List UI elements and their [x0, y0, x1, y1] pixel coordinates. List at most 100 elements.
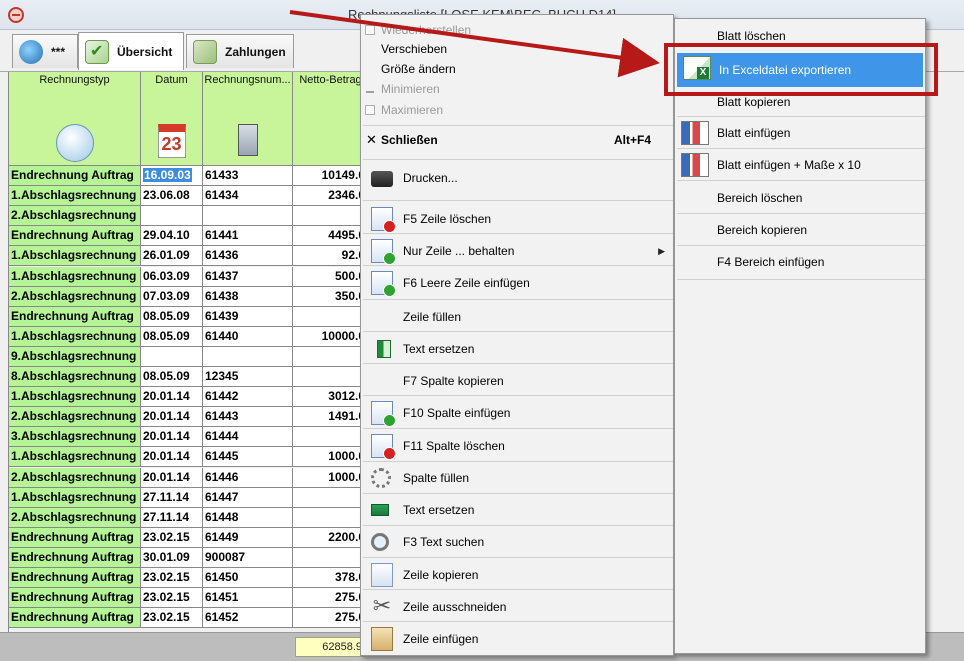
table-row[interactable]: 2.Abschlagsrechnung 20.01.14 61443 1491.0: [9, 407, 368, 428]
table-row[interactable]: 1.Abschlagsrechnung 20.01.14 61442 3012.0: [9, 387, 368, 408]
column-header-nummer[interactable]: Rechnungsnum...: [203, 72, 293, 166]
menu-item-fill-column[interactable]: Spalte füllen: [361, 465, 673, 491]
cell-nr[interactable]: 61442: [203, 387, 293, 408]
cell-netto[interactable]: 378.0: [293, 568, 368, 588]
cell-typ[interactable]: 9.Abschlagsrechnung: [9, 346, 141, 367]
cell-datum[interactable]: 08.05.09: [141, 306, 203, 327]
cell-netto[interactable]: 275.0: [293, 608, 368, 629]
cell-datum[interactable]: 26.01.09: [141, 246, 203, 267]
cell-netto[interactable]: 1491.0: [293, 407, 368, 428]
table-row[interactable]: Endrechnung Auftrag 16.09.03 61433 10149.0: [9, 166, 368, 186]
menu-item-delete-row[interactable]: F5 Zeile löschen: [361, 206, 673, 233]
cell-nr[interactable]: 61446: [203, 467, 293, 488]
table-row[interactable]: 8.Abschlagsrechnung 08.05.09 12345: [9, 367, 368, 387]
table-row[interactable]: 1.Abschlagsrechnung 23.06.08 61434 2346.0: [9, 186, 368, 207]
table-row[interactable]: Endrechnung Auftrag 08.05.09 61439: [9, 306, 368, 327]
tab-globe[interactable]: ***: [12, 34, 78, 68]
cell-typ[interactable]: 2.Abschlagsrechnung: [9, 206, 141, 227]
cell-netto[interactable]: [293, 427, 368, 448]
menu-item-replace-text-2[interactable]: Text ersetzen: [361, 497, 673, 523]
cell-datum[interactable]: 06.03.09: [141, 266, 203, 287]
table-row[interactable]: 3.Abschlagsrechnung 20.01.14 61444: [9, 427, 368, 448]
menu-item-insert-column[interactable]: F10 Spalte einfügen: [361, 400, 673, 427]
cell-nr[interactable]: 61438: [203, 286, 293, 307]
tab-uebersicht[interactable]: Übersicht: [78, 32, 184, 70]
invoice-grid[interactable]: Rechnungstyp Datum 23 Rechnungsnum... Ne…: [8, 72, 368, 632]
cell-typ[interactable]: 2.Abschlagsrechnung: [9, 286, 141, 307]
submenu-item-paste-range[interactable]: F4 Bereich einfügen: [675, 247, 925, 277]
table-row[interactable]: 1.Abschlagsrechnung 20.01.14 61445 1000.0: [9, 447, 368, 468]
cell-netto[interactable]: 350.0: [293, 286, 368, 307]
submenu-item-insert-sheet[interactable]: Blatt einfügen: [675, 118, 925, 148]
cell-typ[interactable]: Endrechnung Auftrag: [9, 306, 141, 327]
cell-nr[interactable]: 61449: [203, 527, 293, 548]
table-row[interactable]: Endrechnung Auftrag 23.02.15 61451 275.0: [9, 588, 368, 609]
cell-datum[interactable]: 23.02.15: [141, 568, 203, 588]
cell-nr[interactable]: 61437: [203, 266, 293, 287]
cell-nr[interactable]: 61439: [203, 306, 293, 327]
cell-typ[interactable]: Endrechnung Auftrag: [9, 588, 141, 609]
tab-zahlungen[interactable]: Zahlungen: [186, 34, 294, 68]
menu-item-fill-row[interactable]: Zeile füllen: [361, 304, 673, 330]
cell-datum[interactable]: [141, 206, 203, 227]
cell-datum[interactable]: 16.09.03: [141, 166, 203, 186]
table-row[interactable]: Endrechnung Auftrag 30.01.09 900087: [9, 547, 368, 568]
cell-typ[interactable]: 1.Abschlagsrechnung: [9, 266, 141, 287]
cell-datum[interactable]: 07.03.09: [141, 286, 203, 307]
cell-datum[interactable]: 08.05.09: [141, 367, 203, 387]
cell-netto[interactable]: 2200.0: [293, 527, 368, 548]
cell-netto[interactable]: 4495.0: [293, 226, 368, 247]
cell-datum[interactable]: 23.06.08: [141, 186, 203, 207]
cell-nr[interactable]: 61445: [203, 447, 293, 468]
menu-item-find-text[interactable]: F3 Text suchen: [361, 529, 673, 555]
cell-datum[interactable]: 23.02.15: [141, 588, 203, 609]
cell-netto[interactable]: [293, 507, 368, 528]
table-row[interactable]: Endrechnung Auftrag 29.04.10 61441 4495.0: [9, 226, 368, 247]
submenu-item-delete-range[interactable]: Bereich löschen: [675, 183, 925, 213]
cell-nr[interactable]: 61434: [203, 186, 293, 207]
cell-netto[interactable]: [293, 346, 368, 367]
cell-netto[interactable]: 10000.0: [293, 326, 368, 347]
table-row[interactable]: Endrechnung Auftrag 23.02.15 61450 378.0: [9, 568, 368, 588]
cell-typ[interactable]: 1.Abschlagsrechnung: [9, 326, 141, 347]
submenu-item-copy-range[interactable]: Bereich kopieren: [675, 215, 925, 245]
cell-netto[interactable]: [293, 206, 368, 227]
cell-nr[interactable]: 12345: [203, 367, 293, 387]
cell-typ[interactable]: 2.Abschlagsrechnung: [9, 507, 141, 528]
column-header-typ[interactable]: Rechnungstyp: [9, 72, 141, 166]
cell-typ[interactable]: 3.Abschlagsrechnung: [9, 427, 141, 448]
cell-typ[interactable]: 8.Abschlagsrechnung: [9, 367, 141, 387]
table-row[interactable]: 2.Abschlagsrechnung 07.03.09 61438 350.0: [9, 286, 368, 307]
cell-nr[interactable]: 61443: [203, 407, 293, 428]
cell-datum[interactable]: 20.01.14: [141, 407, 203, 428]
cell-typ[interactable]: 1.Abschlagsrechnung: [9, 186, 141, 207]
cell-datum[interactable]: [141, 346, 203, 367]
cell-nr[interactable]: 61444: [203, 427, 293, 448]
cell-netto[interactable]: 2346.0: [293, 186, 368, 207]
cell-netto[interactable]: 500.0: [293, 266, 368, 287]
cell-netto[interactable]: 275.0: [293, 588, 368, 609]
table-row[interactable]: 1.Abschlagsrechnung 27.11.14 61447: [9, 487, 368, 508]
cell-nr[interactable]: 61436: [203, 246, 293, 267]
cell-typ[interactable]: 1.Abschlagsrechnung: [9, 487, 141, 508]
cell-typ[interactable]: 2.Abschlagsrechnung: [9, 467, 141, 488]
cell-typ[interactable]: Endrechnung Auftrag: [9, 568, 141, 588]
cell-nr[interactable]: 61433: [203, 166, 293, 186]
table-row[interactable]: 1.Abschlagsrechnung 06.03.09 61437 500.0: [9, 266, 368, 287]
cell-netto[interactable]: 1000.0: [293, 467, 368, 488]
cell-netto[interactable]: 92.0: [293, 246, 368, 267]
cell-typ[interactable]: 1.Abschlagsrechnung: [9, 447, 141, 468]
table-row[interactable]: 1.Abschlagsrechnung 26.01.09 61436 92.0: [9, 246, 368, 267]
cell-nr[interactable]: 61448: [203, 507, 293, 528]
table-row[interactable]: 2.Abschlagsrechnung 27.11.14 61448: [9, 507, 368, 528]
cell-nr[interactable]: 61447: [203, 487, 293, 508]
table-row[interactable]: 1.Abschlagsrechnung 08.05.09 61440 10000.0: [9, 326, 368, 347]
cell-nr[interactable]: [203, 206, 293, 227]
table-row[interactable]: 9.Abschlagsrechnung: [9, 346, 368, 367]
cell-nr[interactable]: [203, 346, 293, 367]
menu-item-close[interactable]: ✕ Schließen Alt+F4: [361, 129, 673, 151]
menu-item-move[interactable]: Verschieben: [361, 39, 673, 59]
menu-item-cut-row[interactable]: ✂ Zeile ausschneiden: [361, 594, 673, 620]
cell-nr[interactable]: 900087: [203, 547, 293, 568]
menu-item-keep-row[interactable]: Nur Zeile ... behalten ▶: [361, 238, 673, 265]
